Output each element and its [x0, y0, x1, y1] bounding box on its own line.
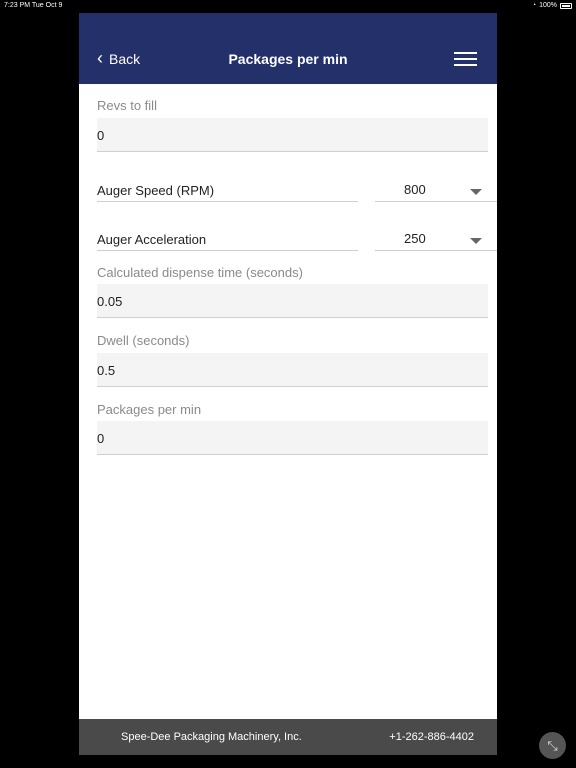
- hamburger-menu-icon[interactable]: [454, 52, 477, 67]
- auger-speed-label: Auger Speed (RPM): [97, 183, 215, 198]
- auger-speed-divider: [97, 201, 358, 202]
- footer: Spee-Dee Packaging Machinery, Inc. +1-26…: [79, 719, 497, 755]
- wifi-icon: ◔: [531, 2, 537, 9]
- dispense-time-input[interactable]: 0.05: [97, 284, 488, 318]
- revs-to-fill-label: Revs to fill: [97, 98, 157, 113]
- dwell-label: Dwell (seconds): [97, 333, 190, 348]
- auger-acceleration-label: Auger Acceleration: [97, 232, 207, 247]
- page-title: Packages per min: [228, 51, 348, 67]
- auger-acceleration-select-underline: [375, 250, 497, 251]
- nav-bar: ‹ Back Packages per min: [79, 13, 497, 84]
- collapse-icon[interactable]: ⤡: [539, 732, 566, 759]
- company-name: Spee-Dee Packaging Machinery, Inc.: [121, 731, 302, 743]
- packages-per-min-input[interactable]: 0: [97, 421, 488, 455]
- battery-icon: [560, 2, 572, 9]
- packages-per-min-label: Packages per min: [97, 402, 202, 417]
- chevron-down-icon[interactable]: [470, 189, 482, 195]
- auger-speed-select[interactable]: 800: [404, 182, 426, 197]
- auger-acceleration-divider: [97, 250, 358, 251]
- chevron-down-icon[interactable]: [470, 238, 482, 244]
- revs-to-fill-input[interactable]: 0: [97, 118, 488, 152]
- status-bar: 7:23 PM Tue Oct 9 ◔ 100%: [0, 0, 576, 12]
- phone-link[interactable]: +1-262-886-4402: [389, 731, 474, 743]
- battery-percent: 100%: [539, 2, 557, 9]
- auger-speed-select-underline: [375, 201, 497, 202]
- auger-acceleration-select[interactable]: 250: [404, 231, 426, 246]
- packages-per-min-modal: ‹ Back Packages per min Revs to fill 0 A…: [79, 13, 497, 755]
- dwell-input[interactable]: 0.5: [97, 353, 488, 387]
- status-right: ◔ 100%: [532, 2, 572, 9]
- status-time-date: 7:23 PM Tue Oct 9: [4, 2, 63, 9]
- dispense-time-label: Calculated dispense time (seconds): [97, 265, 303, 280]
